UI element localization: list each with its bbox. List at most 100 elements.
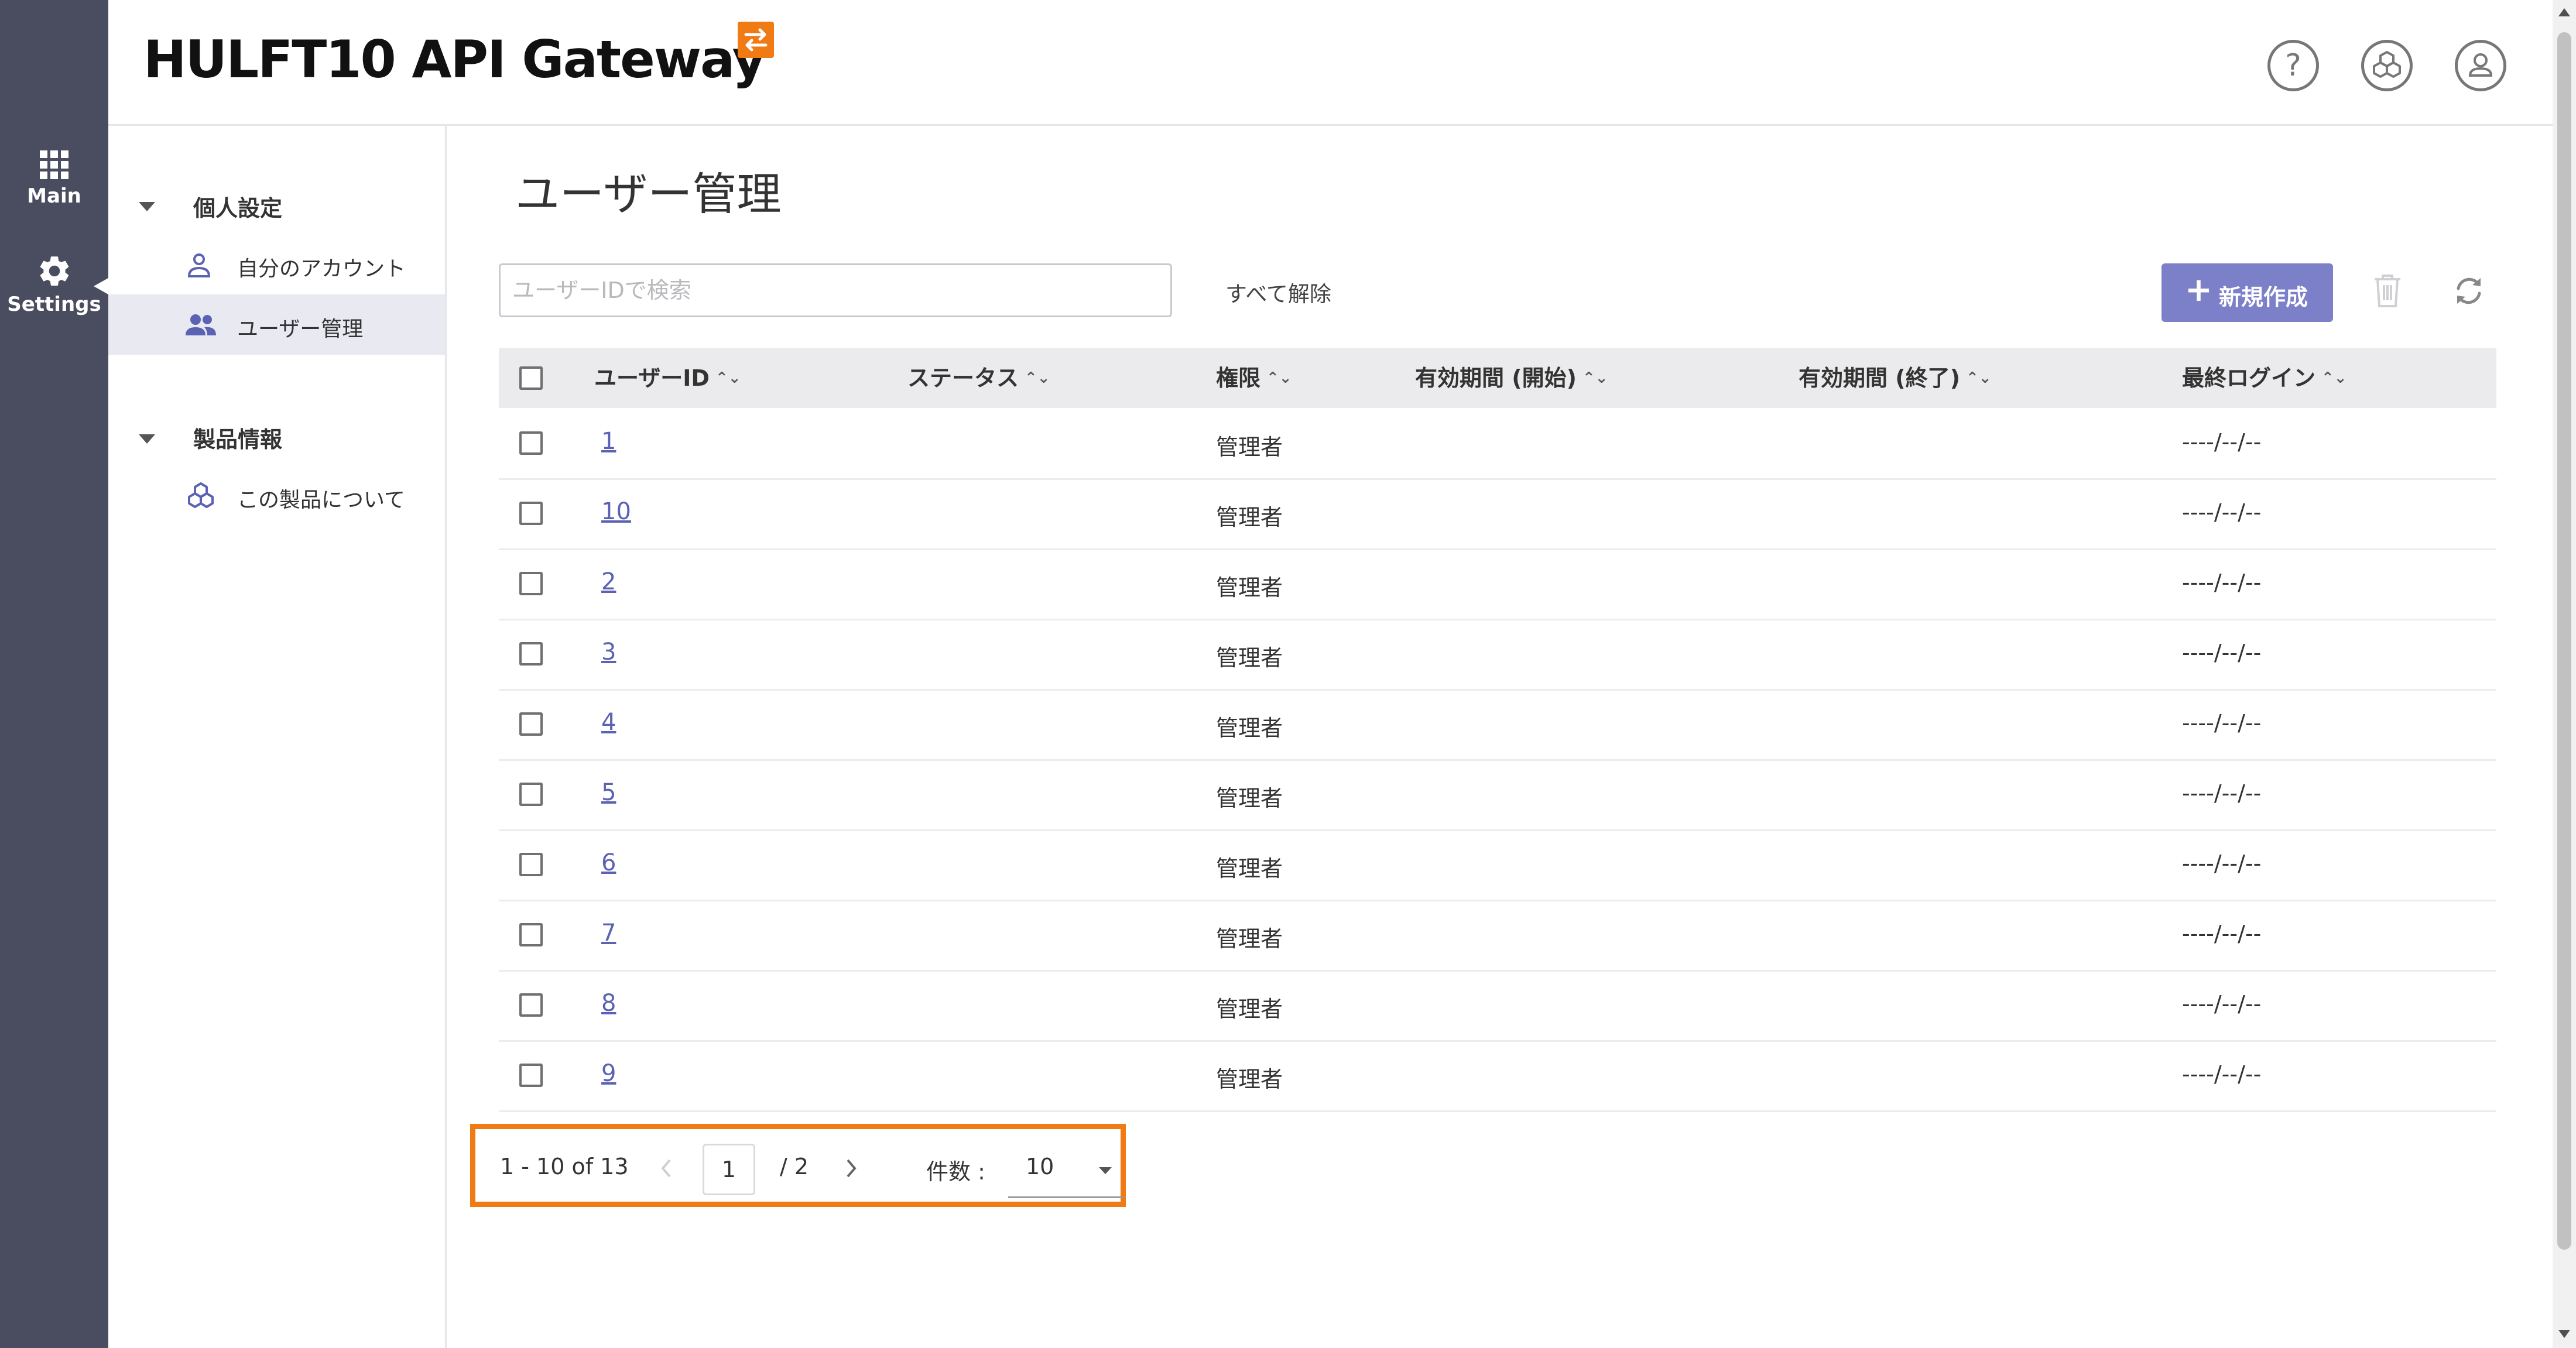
product-icon[interactable]	[2361, 40, 2413, 91]
last-login-cell: ----/--/--	[2182, 710, 2262, 736]
tree-item-about-product[interactable]: この製品について	[108, 465, 445, 526]
plus-icon: +	[2185, 271, 2212, 309]
user-id-link[interactable]: 6	[601, 849, 616, 876]
pagination-range: 1 - 10 of 13	[500, 1154, 629, 1179]
tree-item-label: ユーザー管理	[237, 317, 364, 341]
new-button-label: 新規作成	[2219, 284, 2308, 310]
new-button[interactable]: + 新規作成	[2161, 263, 2333, 322]
table-row: 2 管理者 ----/--/--	[499, 548, 2496, 620]
chevron-down-icon	[1099, 1167, 1112, 1174]
user-id-link[interactable]: 8	[601, 990, 616, 1017]
sort-icon: ⌃⌄	[1965, 369, 1992, 387]
sort-icon: ⌃⌄	[1025, 369, 1050, 387]
user-id-link[interactable]: 9	[601, 1060, 616, 1087]
row-checkbox[interactable]	[519, 923, 543, 946]
role-cell: 管理者	[1216, 434, 1283, 460]
page-size-select[interactable]: 10	[1008, 1144, 1125, 1198]
user-id-link[interactable]: 7	[601, 920, 616, 946]
last-login-cell: ----/--/--	[2182, 1061, 2262, 1087]
row-checkbox[interactable]	[519, 431, 543, 455]
cubes-icon	[188, 482, 214, 508]
search-input[interactable]	[499, 263, 1172, 317]
help-icon[interactable]: ?	[2267, 40, 2319, 91]
last-login-cell: ----/--/--	[2182, 499, 2262, 525]
tree-section-personal[interactable]: 個人設定	[193, 190, 282, 222]
tree-item-label: この製品について	[237, 488, 405, 512]
role-cell: 管理者	[1216, 645, 1283, 671]
tree-section-product-info[interactable]: 製品情報	[193, 421, 282, 454]
last-login-cell: ----/--/--	[2182, 780, 2262, 806]
rail-item-settings[interactable]: Settings	[0, 253, 108, 316]
app-logo: HULFT10 API Gateway	[143, 29, 766, 90]
row-checkbox[interactable]	[519, 1064, 543, 1087]
role-cell: 管理者	[1216, 575, 1283, 601]
scroll-up-arrow[interactable]	[2558, 8, 2570, 16]
row-checkbox[interactable]	[519, 572, 543, 595]
column-header-user-id[interactable]: ユーザーID ⌃⌄	[594, 360, 741, 392]
people-icon	[186, 314, 216, 335]
user-id-link[interactable]: 1	[601, 428, 616, 455]
user-id-link[interactable]: 4	[601, 709, 616, 736]
tree-item-my-account[interactable]: 自分のアカウント	[108, 234, 445, 294]
chevron-left-icon[interactable]	[657, 1155, 674, 1181]
column-header-valid-end[interactable]: 有効期間 (終了) ⌃⌄	[1799, 360, 1992, 392]
rail-item-main-label: Main	[27, 184, 81, 208]
row-checkbox[interactable]	[519, 642, 543, 666]
role-cell: 管理者	[1216, 856, 1283, 881]
page-title: ユーザー管理	[515, 168, 782, 220]
select-all-checkbox[interactable]	[519, 366, 543, 390]
scrollbar[interactable]	[2553, 0, 2576, 1348]
scroll-thumb[interactable]	[2557, 32, 2571, 1250]
collapse-caret-icon[interactable]	[139, 202, 155, 211]
user-id-link[interactable]: 5	[601, 779, 616, 806]
left-rail: Main Settings	[0, 0, 108, 1348]
last-login-cell: ----/--/--	[2182, 429, 2262, 455]
row-checkbox[interactable]	[519, 993, 543, 1017]
last-login-cell: ----/--/--	[2182, 921, 2262, 946]
role-cell: 管理者	[1216, 505, 1283, 530]
sort-icon: ⌃⌄	[2321, 369, 2347, 387]
rail-item-settings-label: Settings	[7, 293, 101, 316]
column-header-status[interactable]: ステータス ⌃⌄	[907, 360, 1050, 392]
chevron-right-icon[interactable]	[843, 1155, 861, 1181]
app-header: HULFT10 API Gateway ?	[108, 0, 2553, 126]
table-row: 10 管理者 ----/--/--	[499, 478, 2496, 550]
rail-item-main[interactable]: Main	[0, 149, 108, 208]
user-id-link[interactable]: 2	[601, 568, 616, 595]
rail-active-indicator	[94, 278, 108, 294]
user-account-icon[interactable]	[2455, 40, 2506, 91]
sort-icon: ⌃⌄	[1266, 369, 1292, 387]
table-row: 9 管理者 ----/--/--	[499, 1040, 2496, 1112]
row-checkbox[interactable]	[519, 783, 543, 806]
row-checkbox[interactable]	[519, 712, 543, 736]
settings-tree: 個人設定 自分のアカウント ユーザー管理 製品情報 この製品について	[108, 126, 447, 1348]
last-login-cell: ----/--/--	[2182, 991, 2262, 1017]
table-row: 4 管理者 ----/--/--	[499, 689, 2496, 761]
sort-icon: ⌃⌄	[1582, 369, 1608, 387]
row-checkbox[interactable]	[519, 502, 543, 525]
column-header-last-login[interactable]: 最終ログイン ⌃⌄	[2182, 360, 2347, 392]
table-row: 5 管理者 ----/--/--	[499, 759, 2496, 831]
tree-item-user-management[interactable]: ユーザー管理	[108, 294, 445, 355]
column-header-valid-start[interactable]: 有効期間 (開始) ⌃⌄	[1415, 360, 1608, 392]
table-row: 8 管理者 ----/--/--	[499, 970, 2496, 1042]
scroll-down-arrow[interactable]	[2558, 1330, 2570, 1338]
role-cell: 管理者	[1216, 926, 1283, 952]
page-number-input[interactable]	[703, 1144, 755, 1195]
user-id-link[interactable]: 10	[601, 498, 631, 525]
user-id-link[interactable]: 3	[601, 639, 616, 666]
table-row: 7 管理者 ----/--/--	[499, 900, 2496, 972]
column-header-role[interactable]: 権限 ⌃⌄	[1216, 360, 1292, 392]
role-cell: 管理者	[1216, 786, 1283, 811]
tree-item-label: 自分のアカウント	[237, 257, 406, 281]
table-row: 1 管理者 ----/--/--	[499, 408, 2496, 480]
grid-icon	[39, 150, 68, 179]
clear-all-button[interactable]: すべて解除	[1225, 276, 1331, 308]
gear-icon	[40, 256, 68, 286]
last-login-cell: ----/--/--	[2182, 850, 2262, 876]
collapse-caret-icon[interactable]	[139, 434, 155, 444]
row-checkbox[interactable]	[519, 853, 543, 876]
refresh-icon[interactable]	[2450, 272, 2488, 312]
delete-icon[interactable]	[2371, 272, 2404, 312]
last-login-cell: ----/--/--	[2182, 570, 2262, 595]
